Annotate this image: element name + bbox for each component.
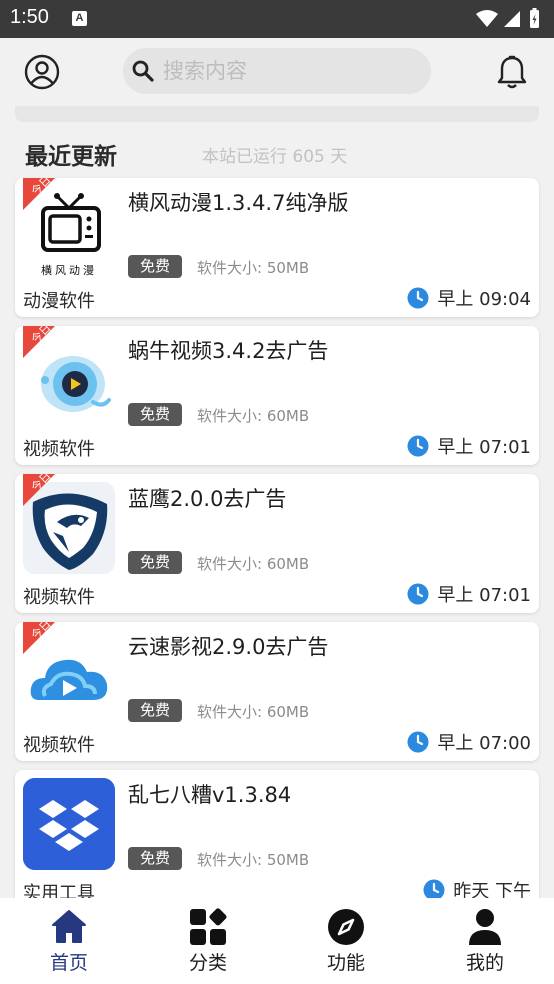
app-card[interactable]: 乱七八糟v1.3.84 免费 软件大小: 50MB 实用工具 昨天 下午 <box>15 770 539 909</box>
top-bar <box>0 38 554 106</box>
status-time: 1:50 <box>10 6 49 28</box>
app-title[interactable]: 云速影视2.9.0去广告 <box>128 631 328 661</box>
app-category[interactable]: 视频软件 <box>23 435 95 461</box>
free-badge: 免费 <box>128 699 182 722</box>
app-category[interactable]: 视频软件 <box>23 731 95 757</box>
app-size: 软件大小: 60MB <box>197 555 310 573</box>
dropbox-icon <box>23 778 115 870</box>
free-badge: 免费 <box>128 551 182 574</box>
clock-icon <box>407 435 429 457</box>
search-bar[interactable] <box>123 48 431 94</box>
status-icons <box>476 8 539 28</box>
app-title[interactable]: 蜗牛视频3.4.2去广告 <box>128 335 328 365</box>
update-time: 早上 07:01 <box>407 433 531 458</box>
battery-icon <box>530 8 539 28</box>
app-size: 软件大小: 60MB <box>197 407 310 425</box>
app-card[interactable]: 今日 蓝鹰2.0.0去广告 免费 软件大小: 60MB 视频软件 早上 07:0… <box>15 474 539 613</box>
signal-icon <box>504 11 520 27</box>
nav-label: 功能 <box>326 952 365 974</box>
app-size: 软件大小: 60MB <box>197 703 310 721</box>
site-uptime-text: 本站已运行 605 天 <box>202 147 348 167</box>
nav-label: 我的 <box>465 952 504 974</box>
app-category[interactable]: 视频软件 <box>23 583 95 609</box>
nav-label: 首页 <box>49 952 88 974</box>
thumb-caption: 横风动漫 <box>41 264 97 277</box>
search-icon <box>132 60 154 82</box>
person-icon <box>469 909 501 945</box>
wifi-icon <box>476 10 498 27</box>
time-text: 早上 07:01 <box>437 437 531 458</box>
section-title: 最近更新 <box>25 144 117 170</box>
compass-icon <box>328 909 364 945</box>
free-badge: 免费 <box>128 403 182 426</box>
today-ribbon: 今日 <box>23 622 55 654</box>
app-title[interactable]: 蓝鹰2.0.0去广告 <box>128 483 286 513</box>
app-card[interactable]: 今日 蜗牛视频3.4.2去广告 免费 软件大小: 60MB 视频软件 早上 07… <box>15 326 539 465</box>
app-title[interactable]: 乱七八糟v1.3.84 <box>128 779 291 809</box>
free-badge: 免费 <box>128 255 182 278</box>
banner-strip <box>15 106 539 122</box>
app-size: 软件大小: 50MB <box>197 851 310 869</box>
time-text: 早上 09:04 <box>437 289 531 310</box>
nav-category[interactable]: 分类 <box>139 898 277 984</box>
update-time: 早上 09:04 <box>407 285 531 310</box>
bottom-nav: 首页 分类 功能 我的 <box>0 898 554 984</box>
free-badge: 免费 <box>128 847 182 870</box>
nav-label: 分类 <box>188 952 227 974</box>
today-ribbon: 今日 <box>23 178 55 210</box>
app-category[interactable]: 动漫软件 <box>23 287 95 313</box>
app-title[interactable]: 横风动漫1.3.4.7纯净版 <box>128 187 348 217</box>
nav-mine[interactable]: 我的 <box>416 898 554 984</box>
notification-a-icon: A <box>72 11 87 26</box>
user-avatar-icon[interactable] <box>24 54 60 90</box>
update-time: 早上 07:00 <box>407 729 531 754</box>
today-ribbon: 今日 <box>23 474 55 506</box>
app-thumbnail <box>23 778 115 870</box>
status-bar: 1:50 A <box>0 0 554 38</box>
search-input[interactable] <box>163 48 423 94</box>
home-icon <box>52 910 86 943</box>
time-text: 早上 07:01 <box>437 585 531 606</box>
bell-icon[interactable] <box>496 54 528 90</box>
today-ribbon: 今日 <box>23 326 55 358</box>
clock-icon <box>407 583 429 605</box>
grid-icon <box>190 908 227 945</box>
update-time: 早上 07:01 <box>407 581 531 606</box>
clock-icon <box>407 731 429 753</box>
nav-home[interactable]: 首页 <box>0 898 138 984</box>
time-text: 早上 07:00 <box>437 733 531 754</box>
app-card[interactable]: 今日 云速影视2.9.0去广告 免费 软件大小: 60MB 视频软件 早上 07… <box>15 622 539 761</box>
app-card[interactable]: 横风动漫 今日 横风动漫1.3.4.7纯净版 免费 软件大小: 50MB 动漫软… <box>15 178 539 317</box>
clock-icon <box>407 287 429 309</box>
nav-functions[interactable]: 功能 <box>277 898 415 984</box>
app-size: 软件大小: 50MB <box>197 259 310 277</box>
